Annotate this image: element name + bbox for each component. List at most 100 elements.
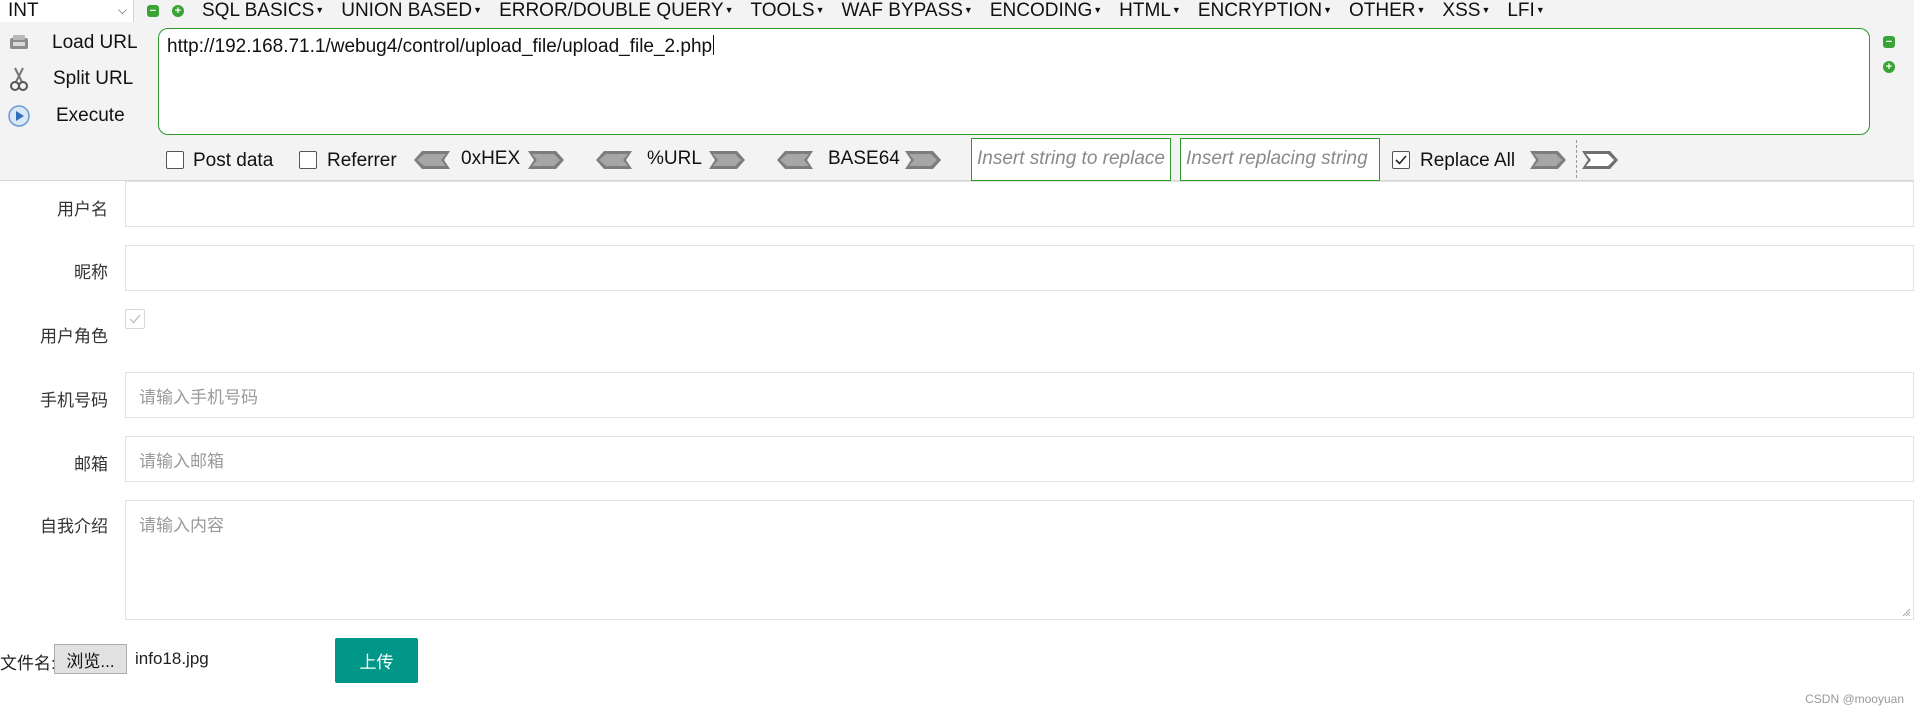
- hex-decode-arrow-icon[interactable]: [414, 151, 450, 169]
- resize-grip-icon[interactable]: [1901, 607, 1911, 617]
- menu-sql-basics[interactable]: SQL BASICS▼: [202, 0, 324, 22]
- email-placeholder: 请输入邮箱: [139, 451, 224, 471]
- execute-button[interactable]: Execute: [6, 101, 146, 131]
- menu-other[interactable]: OTHER▼: [1349, 0, 1425, 22]
- browse-button[interactable]: 浏览...: [54, 644, 127, 674]
- caret-down-icon: ▼: [1416, 5, 1426, 15]
- phone-input[interactable]: 请输入手机号码: [125, 372, 1914, 418]
- replace-run-arrow-icon[interactable]: [1530, 151, 1566, 169]
- menu-label: ERROR/DOUBLE QUERY: [499, 0, 724, 21]
- replace-string-input[interactable]: Insert replacing string: [1180, 138, 1380, 181]
- caret-down-icon: ▼: [815, 5, 825, 15]
- caret-down-icon: ▼: [724, 5, 734, 15]
- caret-down-icon: ▼: [1323, 5, 1332, 15]
- menu-waf-bypass[interactable]: WAF BYPASS▼: [842, 0, 973, 22]
- url-textarea[interactable]: http://192.168.71.1/webug4/control/uploa…: [158, 28, 1870, 135]
- post-data-checkbox[interactable]: [166, 151, 184, 169]
- scissors-icon: [6, 66, 32, 92]
- replace-all-label: Replace All: [1420, 150, 1516, 171]
- phone-placeholder: 请输入手机号码: [139, 387, 258, 407]
- role-checkbox[interactable]: [125, 309, 145, 329]
- email-input[interactable]: 请输入邮箱: [125, 436, 1914, 482]
- hackbar-panel: INT ⌵ − + SQL BASICS▼ UNION BASED▼ ERROR…: [0, 0, 1914, 181]
- menu-encoding[interactable]: ENCODING▼: [990, 0, 1102, 22]
- file-label: 文件名:: [0, 654, 56, 673]
- remove-row-minus-icon[interactable]: −: [1883, 36, 1895, 48]
- find-string-input[interactable]: Insert string to replace: [971, 138, 1171, 181]
- check-icon: [1395, 155, 1407, 165]
- post-data-label: Post data: [193, 150, 274, 171]
- menu-label: WAF BYPASS: [841, 0, 963, 21]
- caret-down-icon: ▼: [1093, 5, 1103, 15]
- replace-all-checkbox[interactable]: [1392, 151, 1410, 169]
- load-url-button[interactable]: Load URL: [6, 28, 146, 58]
- menu-error-double-query[interactable]: ERROR/DOUBLE QUERY▼: [499, 0, 733, 22]
- caret-down-icon: ▼: [1535, 5, 1545, 15]
- menu-tools[interactable]: TOOLS▼: [751, 0, 825, 22]
- load-url-icon: [6, 30, 32, 56]
- nickname-label: 昵称: [74, 263, 108, 282]
- referrer-label: Referrer: [327, 150, 397, 171]
- menu-label: ENCRYPTION: [1197, 0, 1323, 21]
- check-icon: [129, 314, 141, 324]
- caret-down-icon: ▼: [1481, 5, 1491, 15]
- caret-down-icon: ▼: [963, 5, 973, 15]
- caret-down-icon: ▼: [1171, 5, 1181, 15]
- watermark: CSDN @mooyuan: [1805, 692, 1904, 706]
- type-select[interactable]: INT ⌵: [0, 0, 134, 22]
- email-label: 邮箱: [74, 455, 108, 474]
- menu-encryption[interactable]: ENCRYPTION▼: [1198, 0, 1332, 22]
- menu-label: OTHER: [1348, 0, 1416, 21]
- phone-label: 手机号码: [40, 391, 108, 410]
- menu-label: ENCODING: [989, 0, 1093, 21]
- execute-label: Execute: [56, 105, 125, 126]
- load-url-label: Load URL: [52, 32, 138, 53]
- find-string-placeholder: Insert string to replace: [977, 148, 1165, 169]
- base64-decode-arrow-icon[interactable]: [777, 151, 813, 169]
- collapse-minus-icon[interactable]: −: [147, 5, 159, 17]
- menu-html[interactable]: HTML▼: [1119, 0, 1181, 22]
- role-label: 用户角色: [40, 327, 108, 346]
- menu-label: XSS: [1442, 0, 1481, 21]
- caret-down-icon: ▼: [473, 5, 483, 15]
- menu-label: TOOLS: [750, 0, 815, 21]
- url-text: http://192.168.71.1/webug4/control/uploa…: [167, 36, 713, 57]
- username-label: 用户名: [57, 200, 108, 219]
- replace-string-placeholder: Insert replacing string: [1186, 148, 1368, 169]
- menu-lfi[interactable]: LFI▼: [1507, 0, 1544, 22]
- chevron-down-icon: ⌵: [117, 3, 127, 17]
- menu-bar: SQL BASICS▼ UNION BASED▼ ERROR/DOUBLE QU…: [202, 0, 1562, 22]
- url-decode-arrow-icon[interactable]: [596, 151, 632, 169]
- username-input[interactable]: [125, 181, 1914, 227]
- caret-down-icon: ▼: [315, 5, 325, 15]
- url-encode-label: %URL: [647, 148, 702, 169]
- expand-plus-icon[interactable]: +: [172, 5, 184, 17]
- menu-union-based[interactable]: UNION BASED▼: [341, 0, 482, 22]
- intro-placeholder: 请输入内容: [139, 516, 224, 535]
- menu-label: UNION BASED: [341, 0, 473, 21]
- intro-label: 自我介绍: [40, 517, 108, 536]
- add-row-plus-icon[interactable]: +: [1883, 61, 1895, 73]
- menu-label: SQL BASICS: [202, 0, 315, 21]
- upload-button[interactable]: 上传: [335, 638, 418, 683]
- menu-label: HTML: [1119, 0, 1171, 21]
- upload-label: 上传: [359, 653, 394, 672]
- hex-label: 0xHEX: [461, 148, 521, 169]
- browse-label: 浏览...: [66, 651, 115, 671]
- type-select-value: INT: [8, 0, 39, 21]
- base64-label: BASE64: [828, 148, 900, 169]
- url-encode-arrow-icon[interactable]: [709, 151, 745, 169]
- intro-textarea[interactable]: 请输入内容: [125, 500, 1914, 620]
- menu-label: LFI: [1507, 0, 1535, 21]
- replace-next-arrow-icon[interactable]: [1582, 151, 1618, 169]
- nickname-input[interactable]: [125, 245, 1914, 291]
- split-url-label: Split URL: [53, 68, 134, 89]
- separator: [1576, 140, 1577, 178]
- menu-xss[interactable]: XSS▼: [1442, 0, 1490, 22]
- split-url-button[interactable]: Split URL: [6, 64, 146, 94]
- selected-file-name: info18.jpg: [135, 649, 209, 668]
- hex-encode-arrow-icon[interactable]: [528, 151, 564, 169]
- base64-encode-arrow-icon[interactable]: [905, 151, 941, 169]
- play-icon: [6, 103, 32, 129]
- referrer-checkbox[interactable]: [299, 151, 317, 169]
